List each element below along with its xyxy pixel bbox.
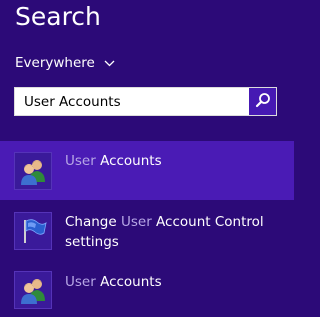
result-text: Account Control [151,214,264,230]
magnifier-icon [255,92,271,112]
search-result-change-uac-settings[interactable]: Change User Account Control settings [0,204,294,260]
user-accounts-icon [14,271,52,309]
scope-label: Everywhere [15,55,95,71]
result-match-text: User [65,153,96,169]
result-text: Accounts [95,153,162,169]
result-text: Accounts [95,274,162,290]
search-scope-dropdown[interactable]: Everywhere [15,53,115,73]
search-result-user-accounts[interactable]: User Accounts [0,141,294,200]
chevron-down-icon [104,60,115,67]
search-input[interactable] [15,88,249,115]
search-box [14,87,277,116]
result-label: User Accounts [65,272,280,292]
search-result-user-accounts[interactable]: User Accounts [0,262,294,314]
result-label: Change User Account Control settings [65,212,280,252]
uac-flag-icon [14,212,52,250]
result-label: User Accounts [65,151,280,171]
result-match-text: User [120,214,152,230]
pane-title: Search [15,2,101,31]
user-accounts-icon [14,152,52,190]
result-text-prefix: Change [65,214,121,230]
result-text-line2: settings [65,234,119,250]
result-match-text: User [65,274,96,290]
search-button[interactable] [249,88,276,115]
